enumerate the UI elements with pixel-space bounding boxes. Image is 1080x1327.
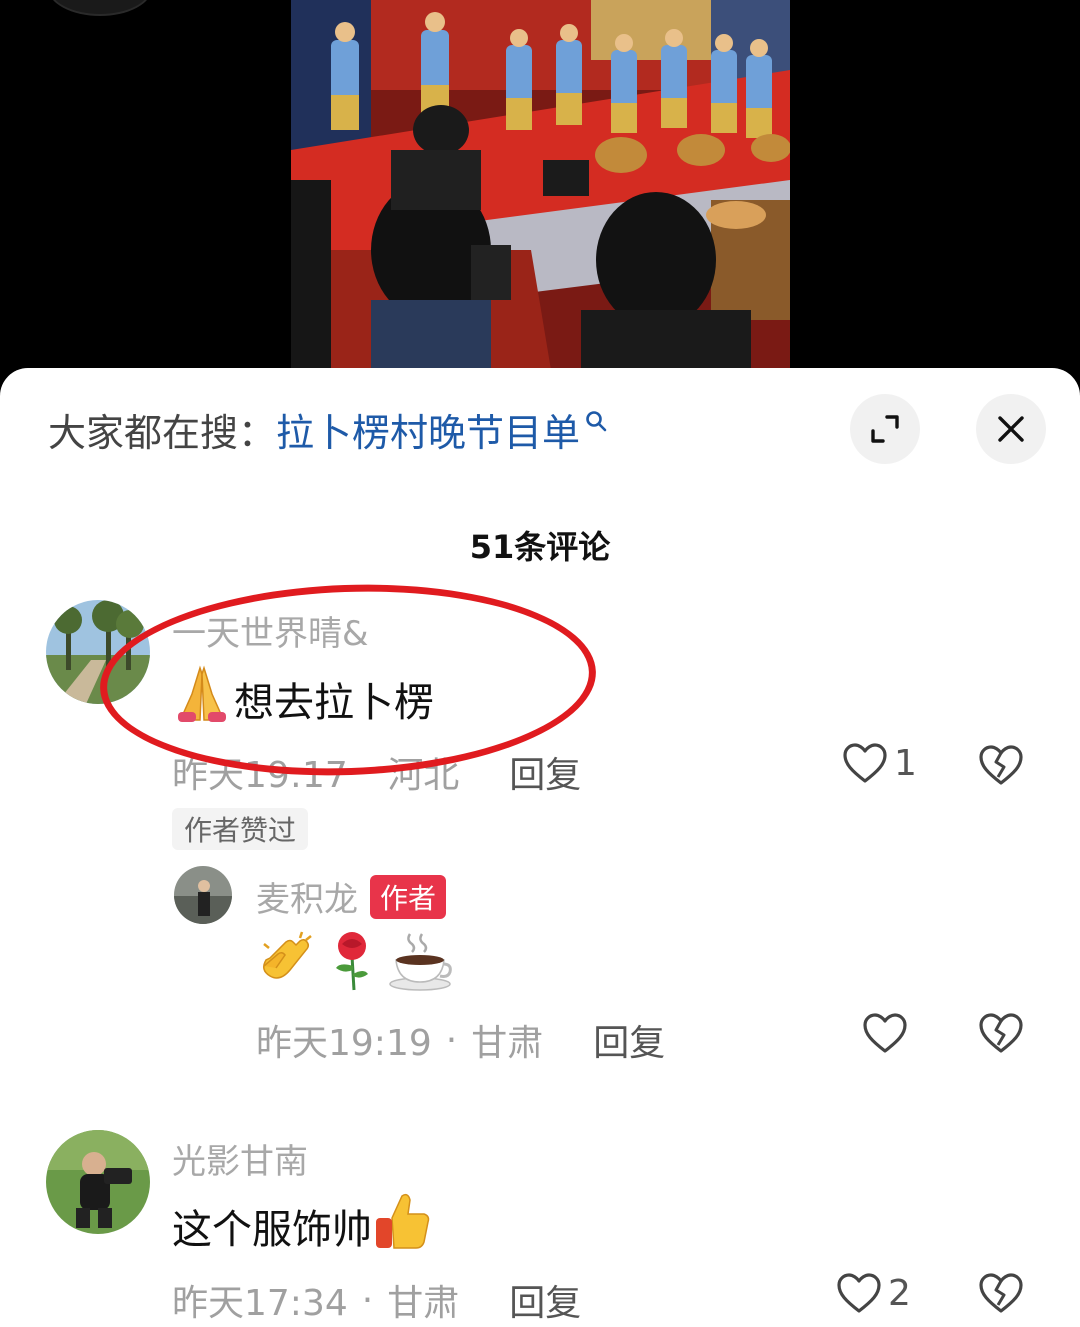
meta-separator: · bbox=[361, 751, 374, 793]
broken-heart-icon bbox=[979, 745, 1023, 785]
close-button[interactable] bbox=[976, 394, 1046, 464]
heart-icon bbox=[863, 1013, 907, 1053]
dislike-button[interactable] bbox=[978, 744, 1024, 790]
comment-meta: 昨天19:17 · 河北 回复 bbox=[172, 746, 581, 798]
comment-username[interactable]: 一天世界晴& bbox=[172, 606, 369, 655]
trending-search-term[interactable]: 拉卜楞村晚节目单 bbox=[276, 402, 580, 457]
heart-icon bbox=[837, 1273, 881, 1313]
comment-text-body: 这个服饰帅 bbox=[172, 1207, 372, 1253]
trending-search[interactable]: 大家都在搜： 拉卜楞村晚节目单 bbox=[48, 402, 608, 457]
reply-button[interactable]: 回复 bbox=[593, 1014, 665, 1066]
author-avatar[interactable] bbox=[48, 0, 152, 16]
reply-text bbox=[256, 930, 454, 1002]
video-frame[interactable] bbox=[291, 0, 790, 370]
reply-button[interactable]: 回复 bbox=[509, 746, 581, 798]
meta-separator: · bbox=[361, 1279, 374, 1321]
reply-username-row: 麦积龙 作者 bbox=[256, 872, 447, 921]
avatar[interactable] bbox=[46, 600, 150, 704]
comment-text: 想去拉卜楞 bbox=[170, 664, 434, 734]
comment-sheet: 大家都在搜： 拉卜楞村晚节目单 51条评论 一天世界晴& 想去拉卜楞 昨天19:… bbox=[0, 368, 1080, 1327]
dislike-button[interactable] bbox=[978, 1012, 1024, 1058]
rose-emoji bbox=[328, 930, 376, 1002]
comment-meta: 昨天17:34 · 甘肃 回复 bbox=[172, 1274, 581, 1326]
close-icon bbox=[998, 416, 1024, 442]
like-button[interactable]: 1 bbox=[842, 742, 917, 784]
expand-icon bbox=[871, 415, 899, 443]
meta-separator: · bbox=[445, 1019, 458, 1061]
like-count: 2 bbox=[888, 1272, 911, 1314]
like-button[interactable]: 2 bbox=[836, 1272, 911, 1314]
comment-text-body: 想去拉卜楞 bbox=[234, 680, 434, 726]
comment-location: 河北 bbox=[387, 755, 460, 796]
reply-username[interactable]: 麦积龙 bbox=[256, 872, 358, 921]
broken-heart-icon bbox=[979, 1013, 1023, 1053]
thumbs-up-emoji bbox=[372, 1190, 434, 1262]
pray-emoji bbox=[170, 664, 234, 734]
broken-heart-icon bbox=[979, 1273, 1023, 1313]
heart-icon bbox=[843, 743, 887, 783]
reply-avatar[interactable] bbox=[174, 866, 232, 924]
avatar[interactable] bbox=[46, 1130, 150, 1234]
comment-location: 甘肃 bbox=[387, 1283, 460, 1324]
video-player[interactable] bbox=[0, 0, 1080, 370]
comment-time: 昨天19:17 bbox=[172, 755, 348, 796]
video-thumbnail bbox=[291, 0, 790, 370]
clap-emoji bbox=[256, 930, 318, 1002]
author-badge: 作者 bbox=[370, 874, 447, 919]
like-button[interactable] bbox=[862, 1012, 908, 1054]
reply-button[interactable]: 回复 bbox=[509, 1274, 581, 1326]
search-icon[interactable] bbox=[584, 398, 608, 442]
author-liked-tag: 作者赞过 bbox=[172, 808, 309, 850]
reply-meta: 昨天19:19 · 甘肃 回复 bbox=[256, 1014, 665, 1066]
reply-location: 甘肃 bbox=[471, 1023, 544, 1064]
dislike-button[interactable] bbox=[978, 1272, 1024, 1318]
expand-button[interactable] bbox=[850, 394, 920, 464]
coffee-emoji bbox=[388, 930, 454, 1002]
comment-time: 昨天17:34 bbox=[172, 1283, 348, 1324]
comment-username[interactable]: 光影甘南 bbox=[172, 1134, 308, 1183]
reply-time: 昨天19:19 bbox=[256, 1023, 432, 1064]
comment-text: 这个服饰帅 bbox=[172, 1190, 434, 1262]
comment-count: 51条评论 bbox=[469, 528, 611, 566]
like-count: 1 bbox=[894, 742, 917, 784]
trending-search-prefix: 大家都在搜： bbox=[48, 410, 277, 455]
